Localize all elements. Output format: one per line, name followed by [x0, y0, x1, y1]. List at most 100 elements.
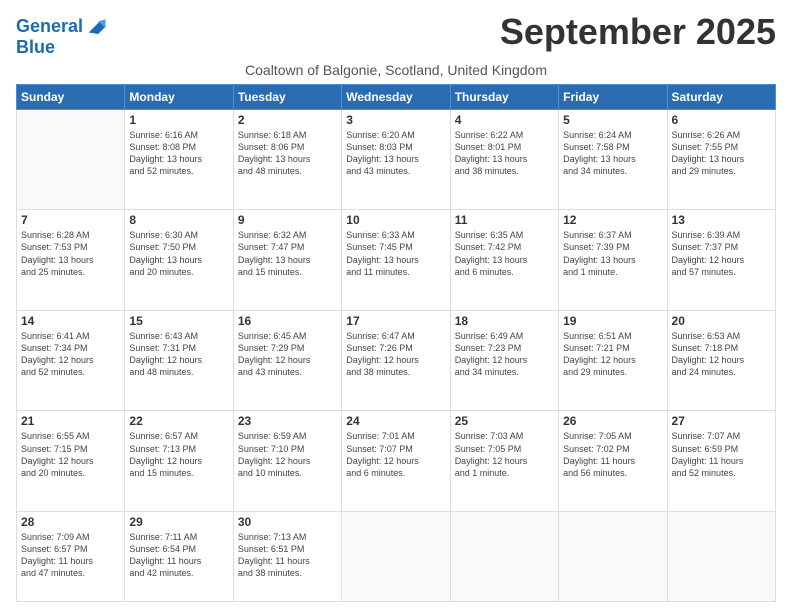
table-row: 18 Sunrise: 6:49 AM Sunset: 7:23 PM Dayli… — [450, 310, 558, 411]
day-number: 17 — [346, 314, 445, 328]
weekday-header-row: Sunday Monday Tuesday Wednesday Thursday… — [17, 84, 776, 109]
table-row: 16 Sunrise: 6:45 AM Sunset: 7:29 PM Dayli… — [233, 310, 341, 411]
table-row — [667, 511, 775, 601]
day-number: 23 — [238, 414, 337, 428]
day-number: 19 — [563, 314, 662, 328]
cell-content: Sunrise: 6:47 AM Sunset: 7:26 PM Dayligh… — [346, 330, 445, 379]
table-row: 17 Sunrise: 6:47 AM Sunset: 7:26 PM Dayli… — [342, 310, 450, 411]
cell-content: Sunrise: 6:22 AM Sunset: 8:01 PM Dayligh… — [455, 129, 554, 178]
cell-content: Sunrise: 6:39 AM Sunset: 7:37 PM Dayligh… — [672, 229, 771, 278]
page: General Blue September 2025 Coaltown of … — [0, 0, 792, 612]
table-row: 13 Sunrise: 6:39 AM Sunset: 7:37 PM Dayli… — [667, 210, 775, 311]
day-number: 18 — [455, 314, 554, 328]
cell-content: Sunrise: 6:28 AM Sunset: 7:53 PM Dayligh… — [21, 229, 120, 278]
day-number: 8 — [129, 213, 228, 227]
cell-content: Sunrise: 7:05 AM Sunset: 7:02 PM Dayligh… — [563, 430, 662, 479]
day-number: 7 — [21, 213, 120, 227]
logo-text-line1: General — [16, 17, 83, 37]
day-number: 16 — [238, 314, 337, 328]
day-number: 9 — [238, 213, 337, 227]
table-row: 6 Sunrise: 6:26 AM Sunset: 7:55 PM Daylig… — [667, 109, 775, 210]
table-row: 20 Sunrise: 6:53 AM Sunset: 7:18 PM Dayli… — [667, 310, 775, 411]
day-number: 28 — [21, 515, 120, 529]
table-row: 22 Sunrise: 6:57 AM Sunset: 7:13 PM Dayli… — [125, 411, 233, 512]
header-friday: Friday — [559, 84, 667, 109]
day-number: 15 — [129, 314, 228, 328]
day-number: 5 — [563, 113, 662, 127]
logo-text-line2: Blue — [16, 38, 107, 58]
day-number: 25 — [455, 414, 554, 428]
cell-content: Sunrise: 7:09 AM Sunset: 6:57 PM Dayligh… — [21, 531, 120, 580]
location: Coaltown of Balgonie, Scotland, United K… — [16, 62, 776, 78]
cell-content: Sunrise: 6:59 AM Sunset: 7:10 PM Dayligh… — [238, 430, 337, 479]
cell-content: Sunrise: 6:32 AM Sunset: 7:47 PM Dayligh… — [238, 229, 337, 278]
cell-content: Sunrise: 6:35 AM Sunset: 7:42 PM Dayligh… — [455, 229, 554, 278]
cell-content: Sunrise: 6:43 AM Sunset: 7:31 PM Dayligh… — [129, 330, 228, 379]
table-row — [17, 109, 125, 210]
header-monday: Monday — [125, 84, 233, 109]
table-row — [450, 511, 558, 601]
day-number: 13 — [672, 213, 771, 227]
cell-content: Sunrise: 6:49 AM Sunset: 7:23 PM Dayligh… — [455, 330, 554, 379]
cell-content: Sunrise: 7:13 AM Sunset: 6:51 PM Dayligh… — [238, 531, 337, 580]
cell-content: Sunrise: 7:03 AM Sunset: 7:05 PM Dayligh… — [455, 430, 554, 479]
table-row: 9 Sunrise: 6:32 AM Sunset: 7:47 PM Daylig… — [233, 210, 341, 311]
table-row: 29 Sunrise: 7:11 AM Sunset: 6:54 PM Dayli… — [125, 511, 233, 601]
table-row: 11 Sunrise: 6:35 AM Sunset: 7:42 PM Dayli… — [450, 210, 558, 311]
day-number: 22 — [129, 414, 228, 428]
table-row: 21Sunrise: 6:55 AM Sunset: 7:15 PM Dayli… — [17, 411, 125, 512]
table-row — [342, 511, 450, 601]
day-number: 2 — [238, 113, 337, 127]
cell-content: Sunrise: 6:45 AM Sunset: 7:29 PM Dayligh… — [238, 330, 337, 379]
day-number: 4 — [455, 113, 554, 127]
table-row: 12 Sunrise: 6:37 AM Sunset: 7:39 PM Dayli… — [559, 210, 667, 311]
header-saturday: Saturday — [667, 84, 775, 109]
logo: General Blue — [16, 16, 107, 58]
cell-content: Sunrise: 6:55 AM Sunset: 7:15 PM Dayligh… — [21, 430, 120, 479]
header-sunday: Sunday — [17, 84, 125, 109]
table-row: 1Sunrise: 6:16 AM Sunset: 8:08 PM Daylig… — [125, 109, 233, 210]
cell-content: Sunrise: 6:30 AM Sunset: 7:50 PM Dayligh… — [129, 229, 228, 278]
day-number: 11 — [455, 213, 554, 227]
table-row: 24 Sunrise: 7:01 AM Sunset: 7:07 PM Dayli… — [342, 411, 450, 512]
day-number: 12 — [563, 213, 662, 227]
table-row: 15 Sunrise: 6:43 AM Sunset: 7:31 PM Dayli… — [125, 310, 233, 411]
cell-content: Sunrise: 7:11 AM Sunset: 6:54 PM Dayligh… — [129, 531, 228, 580]
cell-content: Sunrise: 6:37 AM Sunset: 7:39 PM Dayligh… — [563, 229, 662, 278]
cell-content: Sunrise: 6:26 AM Sunset: 7:55 PM Dayligh… — [672, 129, 771, 178]
cell-content: Sunrise: 6:16 AM Sunset: 8:08 PM Dayligh… — [129, 129, 228, 178]
table-row: 28 Sunrise: 7:09 AM Sunset: 6:57 PM Dayli… — [17, 511, 125, 601]
table-row: 7 Sunrise: 6:28 AM Sunset: 7:53 PM Daylig… — [17, 210, 125, 311]
table-row: 8 Sunrise: 6:30 AM Sunset: 7:50 PM Daylig… — [125, 210, 233, 311]
day-number: 26 — [563, 414, 662, 428]
month-title: September 2025 — [500, 12, 776, 52]
cell-content: Sunrise: 7:01 AM Sunset: 7:07 PM Dayligh… — [346, 430, 445, 479]
table-row — [559, 511, 667, 601]
table-row: 27Sunrise: 7:07 AM Sunset: 6:59 PM Dayli… — [667, 411, 775, 512]
day-number: 6 — [672, 113, 771, 127]
day-number: 14 — [21, 314, 120, 328]
table-row: 19Sunrise: 6:51 AM Sunset: 7:21 PM Dayli… — [559, 310, 667, 411]
header-wednesday: Wednesday — [342, 84, 450, 109]
day-number: 3 — [346, 113, 445, 127]
cell-content: Sunrise: 6:20 AM Sunset: 8:03 PM Dayligh… — [346, 129, 445, 178]
day-number: 24 — [346, 414, 445, 428]
day-number: 10 — [346, 213, 445, 227]
day-number: 27 — [672, 414, 771, 428]
cell-content: Sunrise: 6:24 AM Sunset: 7:58 PM Dayligh… — [563, 129, 662, 178]
cell-content: Sunrise: 6:33 AM Sunset: 7:45 PM Dayligh… — [346, 229, 445, 278]
header-thursday: Thursday — [450, 84, 558, 109]
table-row: 10 Sunrise: 6:33 AM Sunset: 7:45 PM Dayli… — [342, 210, 450, 311]
cell-content: Sunrise: 6:18 AM Sunset: 8:06 PM Dayligh… — [238, 129, 337, 178]
table-row: 14 Sunrise: 6:41 AM Sunset: 7:34 PM Dayli… — [17, 310, 125, 411]
day-number: 20 — [672, 314, 771, 328]
day-number: 30 — [238, 515, 337, 529]
cell-content: Sunrise: 6:53 AM Sunset: 7:18 PM Dayligh… — [672, 330, 771, 379]
table-row: 26 Sunrise: 7:05 AM Sunset: 7:02 PM Dayli… — [559, 411, 667, 512]
cell-content: Sunrise: 6:57 AM Sunset: 7:13 PM Dayligh… — [129, 430, 228, 479]
cell-content: Sunrise: 6:41 AM Sunset: 7:34 PM Dayligh… — [21, 330, 120, 379]
title-block: September 2025 — [500, 12, 776, 52]
table-row: 2 Sunrise: 6:18 AM Sunset: 8:06 PM Daylig… — [233, 109, 341, 210]
day-number: 29 — [129, 515, 228, 529]
table-row: 23 Sunrise: 6:59 AM Sunset: 7:10 PM Dayli… — [233, 411, 341, 512]
